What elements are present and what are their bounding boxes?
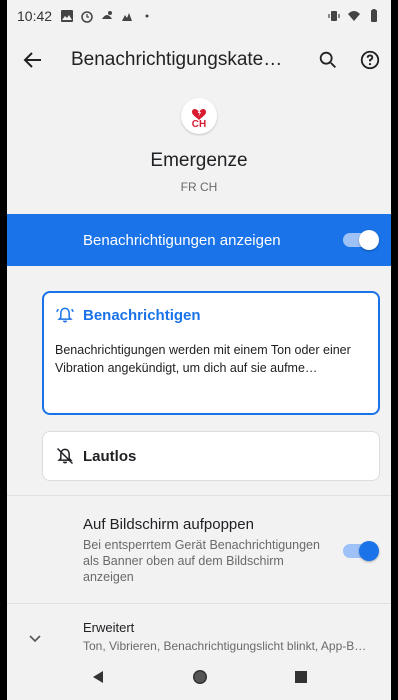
show-notifications-toggle-row[interactable]: Benachrichtigungen anzeigen	[7, 214, 391, 266]
status-time: 10:42	[17, 8, 53, 24]
bell-ring-icon	[56, 307, 74, 323]
search-icon[interactable]	[317, 49, 339, 71]
status-bar: 10:42	[7, 0, 391, 32]
app-name: Emergenze	[150, 150, 248, 171]
pop-on-screen-title: Auf Bildschirm aufpoppen	[83, 516, 254, 533]
alert-option-title: Benachrichtigen	[83, 306, 201, 324]
alarm-icon	[81, 11, 93, 23]
navigation-bar	[7, 654, 391, 700]
image-icon	[61, 10, 74, 22]
notification-behavior-options: Benachrichtigen Benachrichtigungen werde…	[7, 266, 391, 663]
help-icon[interactable]	[359, 49, 381, 71]
chevron-down-icon	[29, 635, 41, 643]
app-subtitle: FR CH	[180, 180, 218, 194]
page-title: Benachrichtigungskate…	[71, 49, 283, 70]
arrow-back-icon[interactable]	[21, 48, 45, 72]
dot-icon	[145, 14, 149, 18]
vibrate-icon	[328, 11, 340, 21]
nav-recents-icon[interactable]	[294, 670, 308, 684]
app-logo-text: CH	[191, 119, 207, 130]
nav-back-icon[interactable]	[90, 669, 106, 685]
wifi-icon	[348, 11, 360, 21]
pop-on-screen-subtitle: Bei entsperrtem Gerät Benachrichtigungen…	[83, 538, 320, 584]
pop-on-screen-row[interactable]: Auf Bildschirm aufpoppen Bei entsperrtem…	[7, 495, 391, 603]
show-notifications-switch[interactable]	[343, 230, 379, 250]
app-header: CH Emergenze FR CH	[7, 88, 391, 214]
alert-option[interactable]: Benachrichtigen Benachrichtigungen werde…	[42, 291, 380, 415]
advanced-subtitle: Ton, Vibrieren, Benachrichtigungslicht b…	[83, 639, 367, 653]
advanced-title: Erweitert	[83, 620, 135, 635]
battery-icon	[371, 9, 377, 22]
silent-option[interactable]: Lautlos	[42, 431, 380, 481]
silent-option-title: Lautlos	[83, 447, 137, 465]
pop-on-screen-switch[interactable]	[343, 540, 379, 561]
show-notifications-label: Benachrichtigungen anzeigen	[83, 231, 281, 249]
weather-icon	[122, 13, 133, 21]
app-bar: Benachrichtigungskate…	[7, 32, 391, 88]
app-logo: CH	[181, 98, 217, 134]
screen: 10:42 Benachrichtigungskate… CH Emergenz…	[7, 0, 391, 700]
app-icon	[102, 11, 113, 19]
alert-option-description: Benachrichtigungen werden mit einem Ton …	[55, 343, 351, 375]
bell-off-icon	[56, 447, 74, 465]
nav-home-icon[interactable]	[191, 668, 209, 686]
